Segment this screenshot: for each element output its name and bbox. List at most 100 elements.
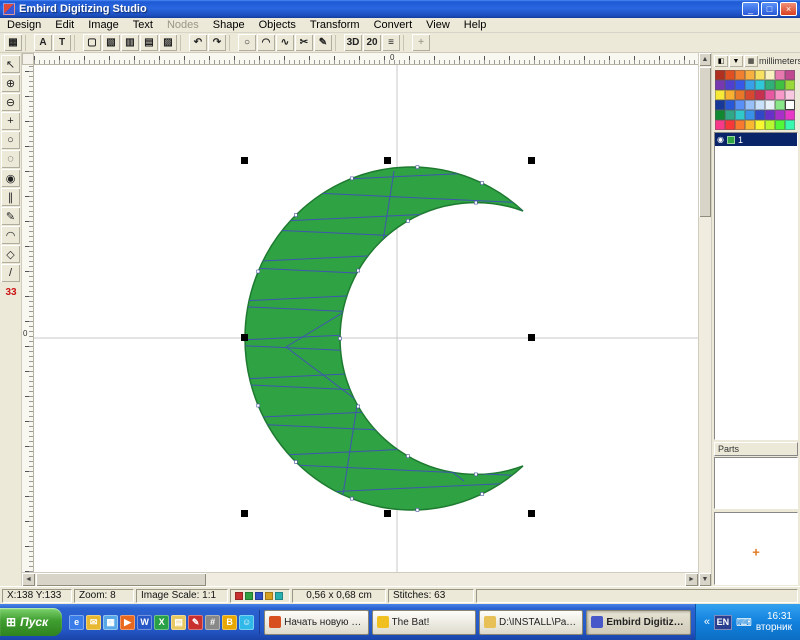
palette-swatch-43[interactable] [745,120,755,130]
word-icon[interactable]: W [137,615,152,630]
zoom-out-tool-icon[interactable]: ⊖ [1,93,20,111]
menu-text[interactable]: Text [126,18,160,32]
taskbar-task[interactable]: Начать новую тему :: В... [264,610,368,635]
the-bat-icon[interactable]: B [222,615,237,630]
palette-swatch-32[interactable] [715,110,725,120]
palette-swatch-12[interactable] [755,80,765,90]
language-indicator[interactable]: EN [714,615,732,630]
menu-edit[interactable]: Edit [48,18,81,32]
palette-swatch-26[interactable] [735,100,745,110]
palette-swatch-10[interactable] [735,80,745,90]
vertical-scrollbar[interactable]: ▲ ▼ [698,53,711,586]
select-tool-icon[interactable]: ↖ [1,55,20,73]
palette-swatch-20[interactable] [755,90,765,100]
freehand-tool-icon[interactable]: ✎ [1,207,20,225]
taskbar-task[interactable]: Embird Digitizing Stud... [586,610,690,635]
palette-swatch-28[interactable] [755,100,765,110]
messenger-icon[interactable]: ☺ [239,615,254,630]
palette-swatch-40[interactable] [715,120,725,130]
palette-swatch-9[interactable] [725,80,735,90]
new-document-icon[interactable]: ▢ [83,34,101,51]
thread-palette-icon[interactable]: ◧ [714,55,728,67]
show-desktop-icon[interactable]: ▦ [103,615,118,630]
pen-tool-icon[interactable]: ✎ [314,34,332,51]
curve-tool-icon[interactable]: ◠ [1,226,20,244]
palette-swatch-39[interactable] [785,110,795,120]
palette-swatch-30[interactable] [775,100,785,110]
palette-swatch-4[interactable] [755,70,765,80]
palette-swatch-44[interactable] [755,120,765,130]
undo-icon[interactable]: ↶ [189,34,207,51]
tray-chevron[interactable]: « [704,616,710,628]
paint-icon[interactable]: ✎ [188,615,203,630]
palette-swatch-24[interactable] [715,100,725,110]
design-svg[interactable] [34,65,698,572]
palette-swatch-31[interactable] [785,100,795,110]
keyboard-icon[interactable]: ⌨ [736,616,752,629]
palette-swatch-38[interactable] [775,110,785,120]
palette-swatch-13[interactable] [765,80,775,90]
calculator-icon[interactable]: # [205,615,220,630]
palette-swatch-25[interactable] [725,100,735,110]
scroll-down-button[interactable]: ▼ [699,573,711,586]
palette-swatch-6[interactable] [775,70,785,80]
menu-convert[interactable]: Convert [367,18,420,32]
palette-swatch-1[interactable] [725,70,735,80]
selection-handle[interactable] [528,510,535,517]
selection-handle[interactable] [384,157,391,164]
palette-swatch-35[interactable] [745,110,755,120]
palette-swatch-21[interactable] [765,90,775,100]
media-player-icon[interactable]: ▶ [120,615,135,630]
color-grid-icon[interactable]: ▦ [744,55,758,67]
mode-grid-icon[interactable]: ▦ [4,34,22,51]
palette-swatch-3[interactable] [745,70,755,80]
design-canvas[interactable] [34,65,698,572]
excel-icon[interactable]: X [154,615,169,630]
measure-tool-icon[interactable]: / [1,264,20,282]
selection-handle[interactable] [241,510,248,517]
menu-shape[interactable]: Shape [206,18,252,32]
menu-objects[interactable]: Objects [252,18,303,32]
import-icon[interactable]: ▥ [121,34,139,51]
density-20-button[interactable]: 20 [363,34,381,51]
pan-tool-icon[interactable]: + [1,112,20,130]
palette-swatch-42[interactable] [735,120,745,130]
palette-swatch-27[interactable] [745,100,755,110]
menu-design[interactable]: Design [0,18,48,32]
vertical-scroll-thumb[interactable] [699,67,711,217]
palette-swatch-15[interactable] [785,80,795,90]
menu-image[interactable]: Image [81,18,126,32]
palette-swatch-2[interactable] [735,70,745,80]
selection-handle[interactable] [528,334,535,341]
start-button[interactable]: ⊞ Пуск [0,608,62,636]
zoom-in-tool-icon[interactable]: ⊕ [1,74,20,92]
arc-tool-icon[interactable]: ◠ [257,34,275,51]
palette-swatch-7[interactable] [785,70,795,80]
lettering-a-icon[interactable]: A [34,34,52,51]
node-edit-tool-icon[interactable]: ◇ [1,245,20,263]
palette-swatch-17[interactable] [725,90,735,100]
palette-swatch-0[interactable] [715,70,725,80]
selection-handle[interactable] [241,334,248,341]
ie-icon[interactable]: e [69,615,84,630]
minimize-button[interactable]: _ [742,2,759,16]
palette-swatch-14[interactable] [775,80,785,90]
horizontal-scrollbar[interactable]: ◄ ► [22,572,698,586]
palette-swatch-18[interactable] [735,90,745,100]
palette-swatch-5[interactable] [765,70,775,80]
palette-swatch-45[interactable] [765,120,775,130]
layers-list[interactable]: ◉1 [714,132,798,440]
scroll-left-button[interactable]: ◄ [22,573,35,586]
horizontal-scroll-thumb[interactable] [36,573,206,586]
palette-swatch-33[interactable] [725,110,735,120]
fill-tool-icon[interactable]: ◉ [1,169,20,187]
selection-handle[interactable] [241,157,248,164]
menu-transform[interactable]: Transform [303,18,367,32]
palette-swatch-37[interactable] [765,110,775,120]
visibility-eye-icon[interactable]: ◉ [717,135,724,144]
save-icon[interactable]: ▤ [140,34,158,51]
parts-list[interactable] [714,457,798,509]
title-bar[interactable]: Embird Digitizing Studio _ □ × [0,0,800,18]
layer-row[interactable]: ◉1 [715,133,797,146]
ellipse-shape-tool-icon[interactable]: ○ [1,131,20,149]
